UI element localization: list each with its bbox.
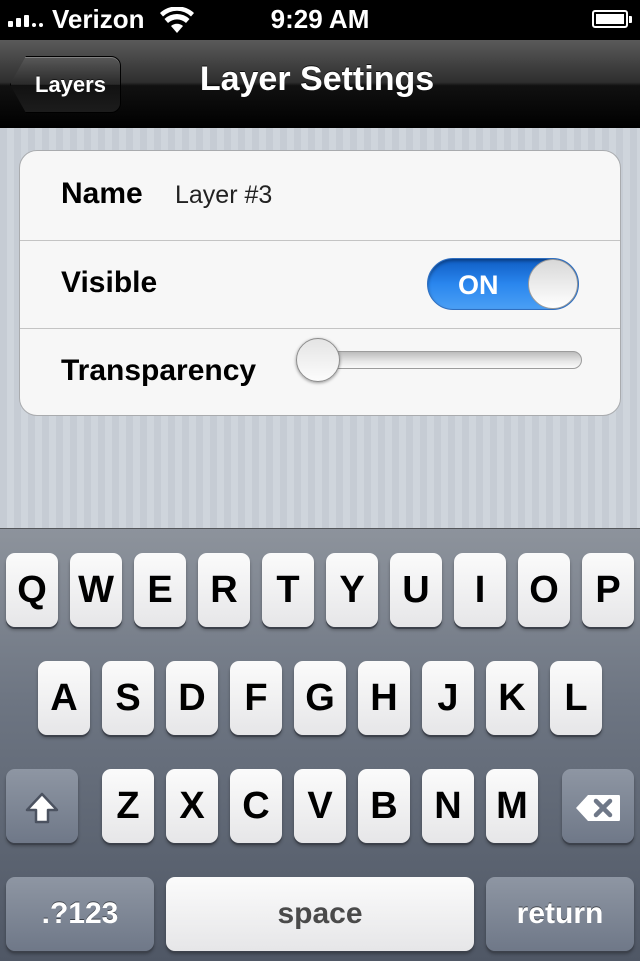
key-w[interactable]: W	[70, 553, 122, 627]
back-button-label: Layers	[35, 71, 106, 97]
keyboard: QWERTYUIOP ASDFGHJKL ZXCVBNM .?123 space…	[0, 528, 640, 961]
key-d[interactable]: D	[166, 661, 218, 735]
key-y[interactable]: Y	[326, 553, 378, 627]
key-z[interactable]: Z	[102, 769, 154, 843]
status-time: 9:29 AM	[270, 4, 370, 34]
transparency-slider-thumb[interactable]	[296, 338, 340, 382]
key-e[interactable]: E	[134, 553, 186, 627]
backspace-icon	[576, 794, 620, 821]
key-p[interactable]: P	[582, 553, 634, 627]
space-key[interactable]: space	[166, 877, 474, 951]
return-key[interactable]: return	[486, 877, 634, 951]
key-h[interactable]: H	[358, 661, 410, 735]
toggle-state-label: ON	[458, 270, 499, 300]
page-title: Layer Settings	[199, 60, 435, 98]
key-x[interactable]: X	[166, 769, 218, 843]
transparency-slider-track[interactable]	[300, 351, 582, 369]
key-r[interactable]: R	[198, 553, 250, 627]
shift-arrow-icon	[25, 792, 59, 824]
visible-label: Visible	[61, 266, 158, 299]
key-u[interactable]: U	[390, 553, 442, 627]
back-button-layers[interactable]: Layers	[10, 56, 121, 113]
key-l[interactable]: L	[550, 661, 602, 735]
key-q[interactable]: Q	[6, 553, 58, 627]
key-i[interactable]: I	[454, 553, 506, 627]
key-t[interactable]: T	[262, 553, 314, 627]
battery-icon	[592, 10, 632, 28]
key-v[interactable]: V	[294, 769, 346, 843]
numbers-key[interactable]: .?123	[6, 877, 154, 951]
shift-key[interactable]	[6, 769, 78, 843]
visible-row: Visible ON	[20, 240, 620, 329]
key-f[interactable]: F	[230, 661, 282, 735]
transparency-row: Transparency	[20, 328, 620, 415]
key-j[interactable]: J	[422, 661, 474, 735]
battery-level-fill	[596, 14, 624, 24]
key-c[interactable]: C	[230, 769, 282, 843]
key-a[interactable]: A	[38, 661, 90, 735]
name-row: Name Layer #3	[20, 151, 620, 241]
key-o[interactable]: O	[518, 553, 570, 627]
transparency-label: Transparency	[61, 354, 257, 387]
status-bar: Verizon 9:29 AM	[0, 0, 640, 40]
name-label: Name	[61, 177, 143, 210]
settings-card: Name Layer #3 Visible ON Transparency	[19, 150, 621, 416]
key-b[interactable]: B	[358, 769, 410, 843]
key-m[interactable]: M	[486, 769, 538, 843]
key-n[interactable]: N	[422, 769, 474, 843]
key-g[interactable]: G	[294, 661, 346, 735]
visible-toggle[interactable]: ON	[427, 258, 579, 310]
name-field[interactable]: Layer #3	[175, 181, 272, 210]
key-s[interactable]: S	[102, 661, 154, 735]
toggle-knob	[528, 259, 578, 309]
delete-key[interactable]	[562, 769, 634, 843]
key-k[interactable]: K	[486, 661, 538, 735]
